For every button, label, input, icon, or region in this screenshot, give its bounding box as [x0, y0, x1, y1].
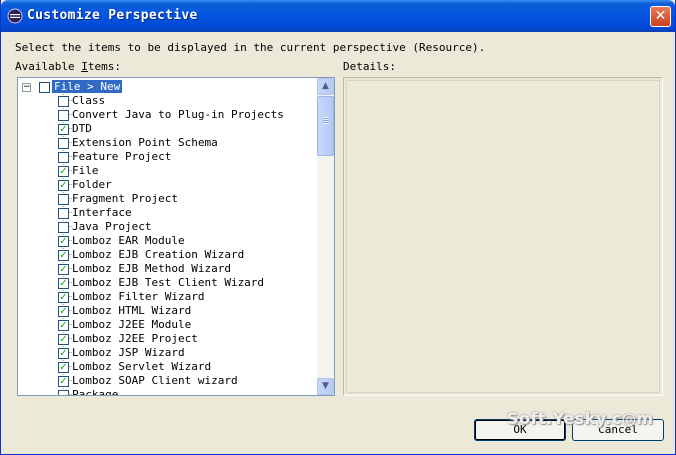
- tree-item-label: Lomboz EJB Method Wizard: [72, 262, 231, 275]
- checkbox[interactable]: [58, 390, 69, 395]
- checkbox-checked[interactable]: ✓: [58, 250, 69, 261]
- tree-item-label: Lomboz EJB Creation Wizard: [72, 248, 245, 261]
- watermark: Soft.Yesky.c◎m: [507, 409, 654, 428]
- tree-item-label: Extension Point Schema: [72, 136, 218, 149]
- tree-item-label: Fragment Project: [72, 192, 178, 205]
- tree-item[interactable]: Interface: [18, 206, 318, 220]
- tree-item[interactable]: ✓ DTD: [18, 122, 318, 136]
- checkbox-checked[interactable]: ✓: [58, 264, 69, 275]
- checkbox[interactable]: [58, 138, 69, 149]
- checkbox-checked[interactable]: ✓: [58, 292, 69, 303]
- tree-root-file-new[interactable]: − File > New: [18, 79, 318, 94]
- available-items-text: Available Items:: [15, 60, 121, 73]
- tree-item-label: Lomboz HTML Wizard: [72, 304, 192, 317]
- tree-item[interactable]: ✓ Folder: [18, 178, 318, 192]
- tree-item[interactable]: ✓ Lomboz SOAP Client wizard: [18, 374, 318, 388]
- tree-item-label: Lomboz EJB Test Client Wizard: [72, 276, 265, 289]
- tree-item-label: File: [72, 164, 99, 177]
- tree-item[interactable]: Convert Java to Plug-in Projects: [18, 108, 318, 122]
- checkbox[interactable]: [39, 82, 50, 93]
- collapse-icon[interactable]: −: [22, 83, 31, 92]
- tree-item[interactable]: ✓ Lomboz Filter Wizard: [18, 290, 318, 304]
- scrollbar-thumb[interactable]: [317, 96, 334, 156]
- tree-item-label: Class: [72, 94, 106, 107]
- checkbox-checked[interactable]: ✓: [58, 166, 69, 177]
- tree-item-label: Lomboz EAR Module: [72, 234, 185, 247]
- tree-item-label: Lomboz JSP Wizard: [72, 346, 185, 359]
- checkbox-checked[interactable]: ✓: [58, 320, 69, 331]
- checkbox[interactable]: [58, 96, 69, 107]
- checkbox-checked[interactable]: ✓: [58, 376, 69, 387]
- checkbox[interactable]: [58, 194, 69, 205]
- tree-item[interactable]: ✓ Lomboz EJB Test Client Wizard: [18, 276, 318, 290]
- tree-item-label: Folder: [72, 178, 112, 191]
- tree-item-label: Lomboz J2EE Module: [72, 318, 192, 331]
- tree-item[interactable]: ✓ Lomboz J2EE Module: [18, 318, 318, 332]
- tree-item[interactable]: Java Project: [18, 220, 318, 234]
- customize-perspective-dialog: Customize Perspective ✕ Select the items…: [0, 0, 676, 455]
- tree-item-label: Lomboz J2EE Project: [72, 332, 198, 345]
- checkbox[interactable]: [58, 110, 69, 121]
- close-button[interactable]: ✕: [650, 6, 671, 27]
- tree-item[interactable]: ✓ Lomboz EJB Creation Wizard: [18, 248, 318, 262]
- checkbox[interactable]: [58, 222, 69, 233]
- available-items-label: Available Items:: [15, 60, 121, 73]
- tree-item[interactable]: ✓ Lomboz EJB Method Wizard: [18, 262, 318, 276]
- tree-item[interactable]: ✓ Lomboz EAR Module: [18, 234, 318, 248]
- tree-item-label: Lomboz SOAP Client wizard: [72, 374, 238, 387]
- checkbox-checked[interactable]: ✓: [58, 124, 69, 135]
- available-items-tree[interactable]: − File > New Class Convert Java to Plug-in …: [17, 77, 335, 396]
- chevron-up-icon: ▲: [322, 81, 329, 91]
- checkbox-checked[interactable]: ✓: [58, 180, 69, 191]
- tree-item[interactable]: Class: [18, 94, 318, 108]
- tree-content: − File > New Class Convert Java to Plug-in …: [18, 78, 318, 395]
- eclipse-icon: [7, 8, 23, 24]
- tree-item[interactable]: Package: [18, 388, 318, 395]
- checkbox-checked[interactable]: ✓: [58, 236, 69, 247]
- checkbox[interactable]: [58, 208, 69, 219]
- tree-item[interactable]: ✓ Lomboz Servlet Wizard: [18, 360, 318, 374]
- close-icon: ✕: [654, 8, 667, 24]
- tree-item[interactable]: Feature Project: [18, 150, 318, 164]
- tree-item[interactable]: Fragment Project: [18, 192, 318, 206]
- checkbox-checked[interactable]: ✓: [58, 306, 69, 317]
- tree-item[interactable]: ✓ Lomboz J2EE Project: [18, 332, 318, 346]
- grip-icon: [323, 117, 329, 124]
- tree-item-label: Lomboz Servlet Wizard: [72, 360, 212, 373]
- tree-root-label: File > New: [50, 79, 124, 94]
- tree-item-label: Package: [72, 388, 119, 395]
- tree-item-label: DTD: [72, 122, 92, 135]
- details-label: Details:: [343, 60, 396, 73]
- tree-item-label: Convert Java to Plug-in Projects: [72, 108, 284, 121]
- tree-item-label: Interface: [72, 206, 132, 219]
- scroll-up-button[interactable]: ▲: [317, 78, 334, 95]
- title-bar[interactable]: Customize Perspective ✕: [1, 0, 675, 32]
- chevron-down-icon: ▼: [322, 381, 329, 391]
- tree-item-label: Java Project: [72, 220, 152, 233]
- instruction-text: Select the items to be displayed in the …: [15, 41, 486, 54]
- checkbox-checked[interactable]: ✓: [58, 334, 69, 345]
- tree-item[interactable]: ✓ File: [18, 164, 318, 178]
- checkbox-checked[interactable]: ✓: [58, 362, 69, 373]
- details-panel: [343, 77, 663, 396]
- tree-item[interactable]: ✓ Lomboz JSP Wizard: [18, 346, 318, 360]
- dialog-title: Customize Perspective: [27, 8, 198, 23]
- tree-item-label: Lomboz Filter Wizard: [72, 290, 205, 303]
- tree-item-label: Feature Project: [72, 150, 172, 163]
- checkbox-checked[interactable]: ✓: [58, 278, 69, 289]
- tree-item[interactable]: ✓ Lomboz HTML Wizard: [18, 304, 318, 318]
- vertical-scrollbar[interactable]: ▲ ▼: [317, 78, 334, 395]
- checkbox-checked[interactable]: ✓: [58, 348, 69, 359]
- checkbox[interactable]: [58, 152, 69, 163]
- tree-item[interactable]: Extension Point Schema: [18, 136, 318, 150]
- scroll-down-button[interactable]: ▼: [317, 378, 334, 395]
- details-content: [346, 80, 660, 393]
